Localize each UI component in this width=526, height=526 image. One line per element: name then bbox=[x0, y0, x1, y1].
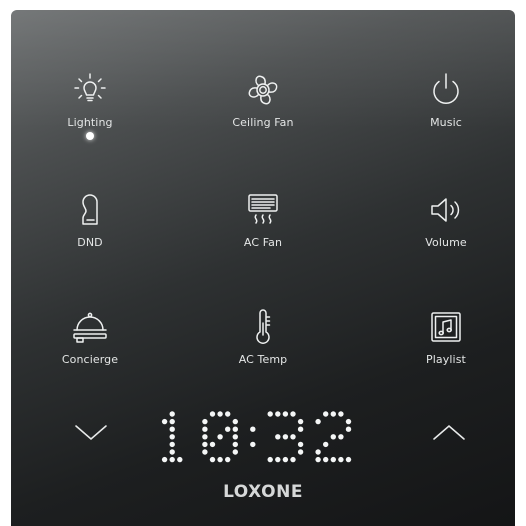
clock-dot bbox=[169, 418, 175, 425]
thermometer-icon bbox=[241, 305, 285, 349]
clock-dot bbox=[290, 456, 296, 463]
volume-button[interactable]: Volume bbox=[391, 188, 501, 278]
air-conditioner-icon bbox=[241, 188, 285, 232]
clock-dot bbox=[267, 411, 273, 417]
clock-dot bbox=[169, 441, 175, 448]
clock-dot bbox=[290, 411, 296, 417]
clock-dot bbox=[202, 434, 208, 440]
clock-dot bbox=[250, 441, 256, 448]
clock-dot bbox=[297, 426, 304, 432]
ac-temp-button[interactable]: AC Temp bbox=[208, 305, 318, 395]
dnd-button[interactable]: DND bbox=[35, 188, 145, 278]
clock-dot bbox=[275, 434, 281, 440]
ceiling-fan-label: Ceiling Fan bbox=[232, 116, 294, 129]
clock-dot bbox=[209, 456, 216, 463]
time-display: 10:32 bbox=[151, 408, 381, 468]
clock-dot bbox=[290, 434, 296, 440]
clock-dot bbox=[225, 411, 231, 417]
clock-dot bbox=[169, 426, 175, 432]
clock-dot bbox=[232, 418, 238, 425]
ac-fan-button[interactable]: AC Fan bbox=[208, 188, 318, 278]
playlist-button[interactable]: Playlist bbox=[391, 305, 501, 395]
dnd-label: DND bbox=[77, 236, 103, 249]
up-button[interactable] bbox=[424, 417, 474, 447]
down-button[interactable] bbox=[66, 417, 116, 447]
clock-dot bbox=[225, 456, 231, 463]
clock-dot bbox=[275, 411, 281, 417]
touch-panel: Lighting Ceiling Fan Music DND AC Fan Vo… bbox=[11, 10, 515, 526]
clock-dot bbox=[232, 426, 238, 432]
clock-dot bbox=[225, 426, 231, 432]
clock-dot bbox=[323, 456, 329, 463]
clock-dot bbox=[209, 441, 216, 448]
clock-dot bbox=[217, 411, 223, 417]
clock-dot bbox=[177, 456, 183, 463]
clock-dot bbox=[202, 441, 208, 448]
clock-dot bbox=[169, 449, 175, 455]
clock-dot bbox=[323, 441, 329, 448]
power-icon bbox=[424, 68, 468, 112]
clock-dot bbox=[282, 456, 289, 463]
clock-dot bbox=[330, 456, 336, 463]
clock-dot bbox=[232, 434, 238, 440]
clock-dot bbox=[323, 411, 329, 417]
clock-dot bbox=[338, 434, 344, 440]
music-note-icon bbox=[424, 305, 468, 349]
music-label: Music bbox=[430, 116, 462, 129]
clock-dot bbox=[169, 434, 175, 440]
lightbulb-icon bbox=[68, 68, 112, 112]
clock-dot bbox=[250, 426, 256, 432]
clock-dot bbox=[330, 411, 336, 417]
ceiling-fan-button[interactable]: Ceiling Fan bbox=[208, 68, 318, 158]
clock-dot bbox=[232, 449, 238, 455]
lighting-label: Lighting bbox=[67, 116, 113, 129]
clock-dot bbox=[169, 456, 175, 463]
ac-fan-label: AC Fan bbox=[243, 236, 283, 249]
chevron-up-icon bbox=[433, 424, 465, 440]
clock-dot bbox=[161, 418, 168, 425]
clock-dot bbox=[202, 418, 208, 425]
clock-dot bbox=[275, 456, 281, 463]
clock-dot bbox=[282, 411, 289, 417]
clock-dot bbox=[267, 456, 273, 463]
clock-dot bbox=[217, 434, 223, 440]
clock-dot bbox=[345, 456, 352, 463]
volume-label: Volume bbox=[425, 236, 467, 249]
clock-dot bbox=[202, 426, 208, 432]
chevron-down-icon bbox=[75, 425, 107, 441]
clock-dot bbox=[282, 434, 289, 440]
clock-dot bbox=[315, 456, 321, 463]
active-indicator bbox=[86, 132, 94, 140]
playlist-label: Playlist bbox=[426, 353, 466, 366]
clock-dot bbox=[338, 456, 344, 463]
door-hanger-icon bbox=[68, 188, 112, 232]
cloche-icon bbox=[68, 305, 112, 349]
clock-dot bbox=[297, 441, 304, 448]
clock-dot bbox=[217, 456, 223, 463]
clock-dot bbox=[161, 456, 168, 463]
clock-dot bbox=[315, 449, 321, 455]
clock-dot bbox=[169, 411, 175, 417]
speaker-icon bbox=[424, 188, 468, 232]
clock-dot bbox=[345, 418, 352, 425]
brand-logo: LOXONE bbox=[223, 482, 303, 502]
music-button[interactable]: Music bbox=[391, 68, 501, 158]
clock-dot bbox=[338, 411, 344, 417]
clock-dot bbox=[345, 426, 352, 432]
fan-icon bbox=[241, 68, 285, 112]
lighting-button[interactable]: Lighting bbox=[35, 68, 145, 158]
dot-matrix-clock bbox=[161, 411, 352, 463]
clock-dot bbox=[209, 411, 216, 417]
clock-dot bbox=[232, 441, 238, 448]
clock-dot bbox=[297, 449, 304, 455]
ac-temp-label: AC Temp bbox=[238, 353, 288, 366]
clock-dot bbox=[202, 449, 208, 455]
concierge-label: Concierge bbox=[61, 353, 119, 366]
clock-dot bbox=[315, 418, 321, 425]
clock-dot bbox=[297, 418, 304, 425]
clock-dot bbox=[330, 434, 336, 440]
concierge-button[interactable]: Concierge bbox=[35, 305, 145, 395]
